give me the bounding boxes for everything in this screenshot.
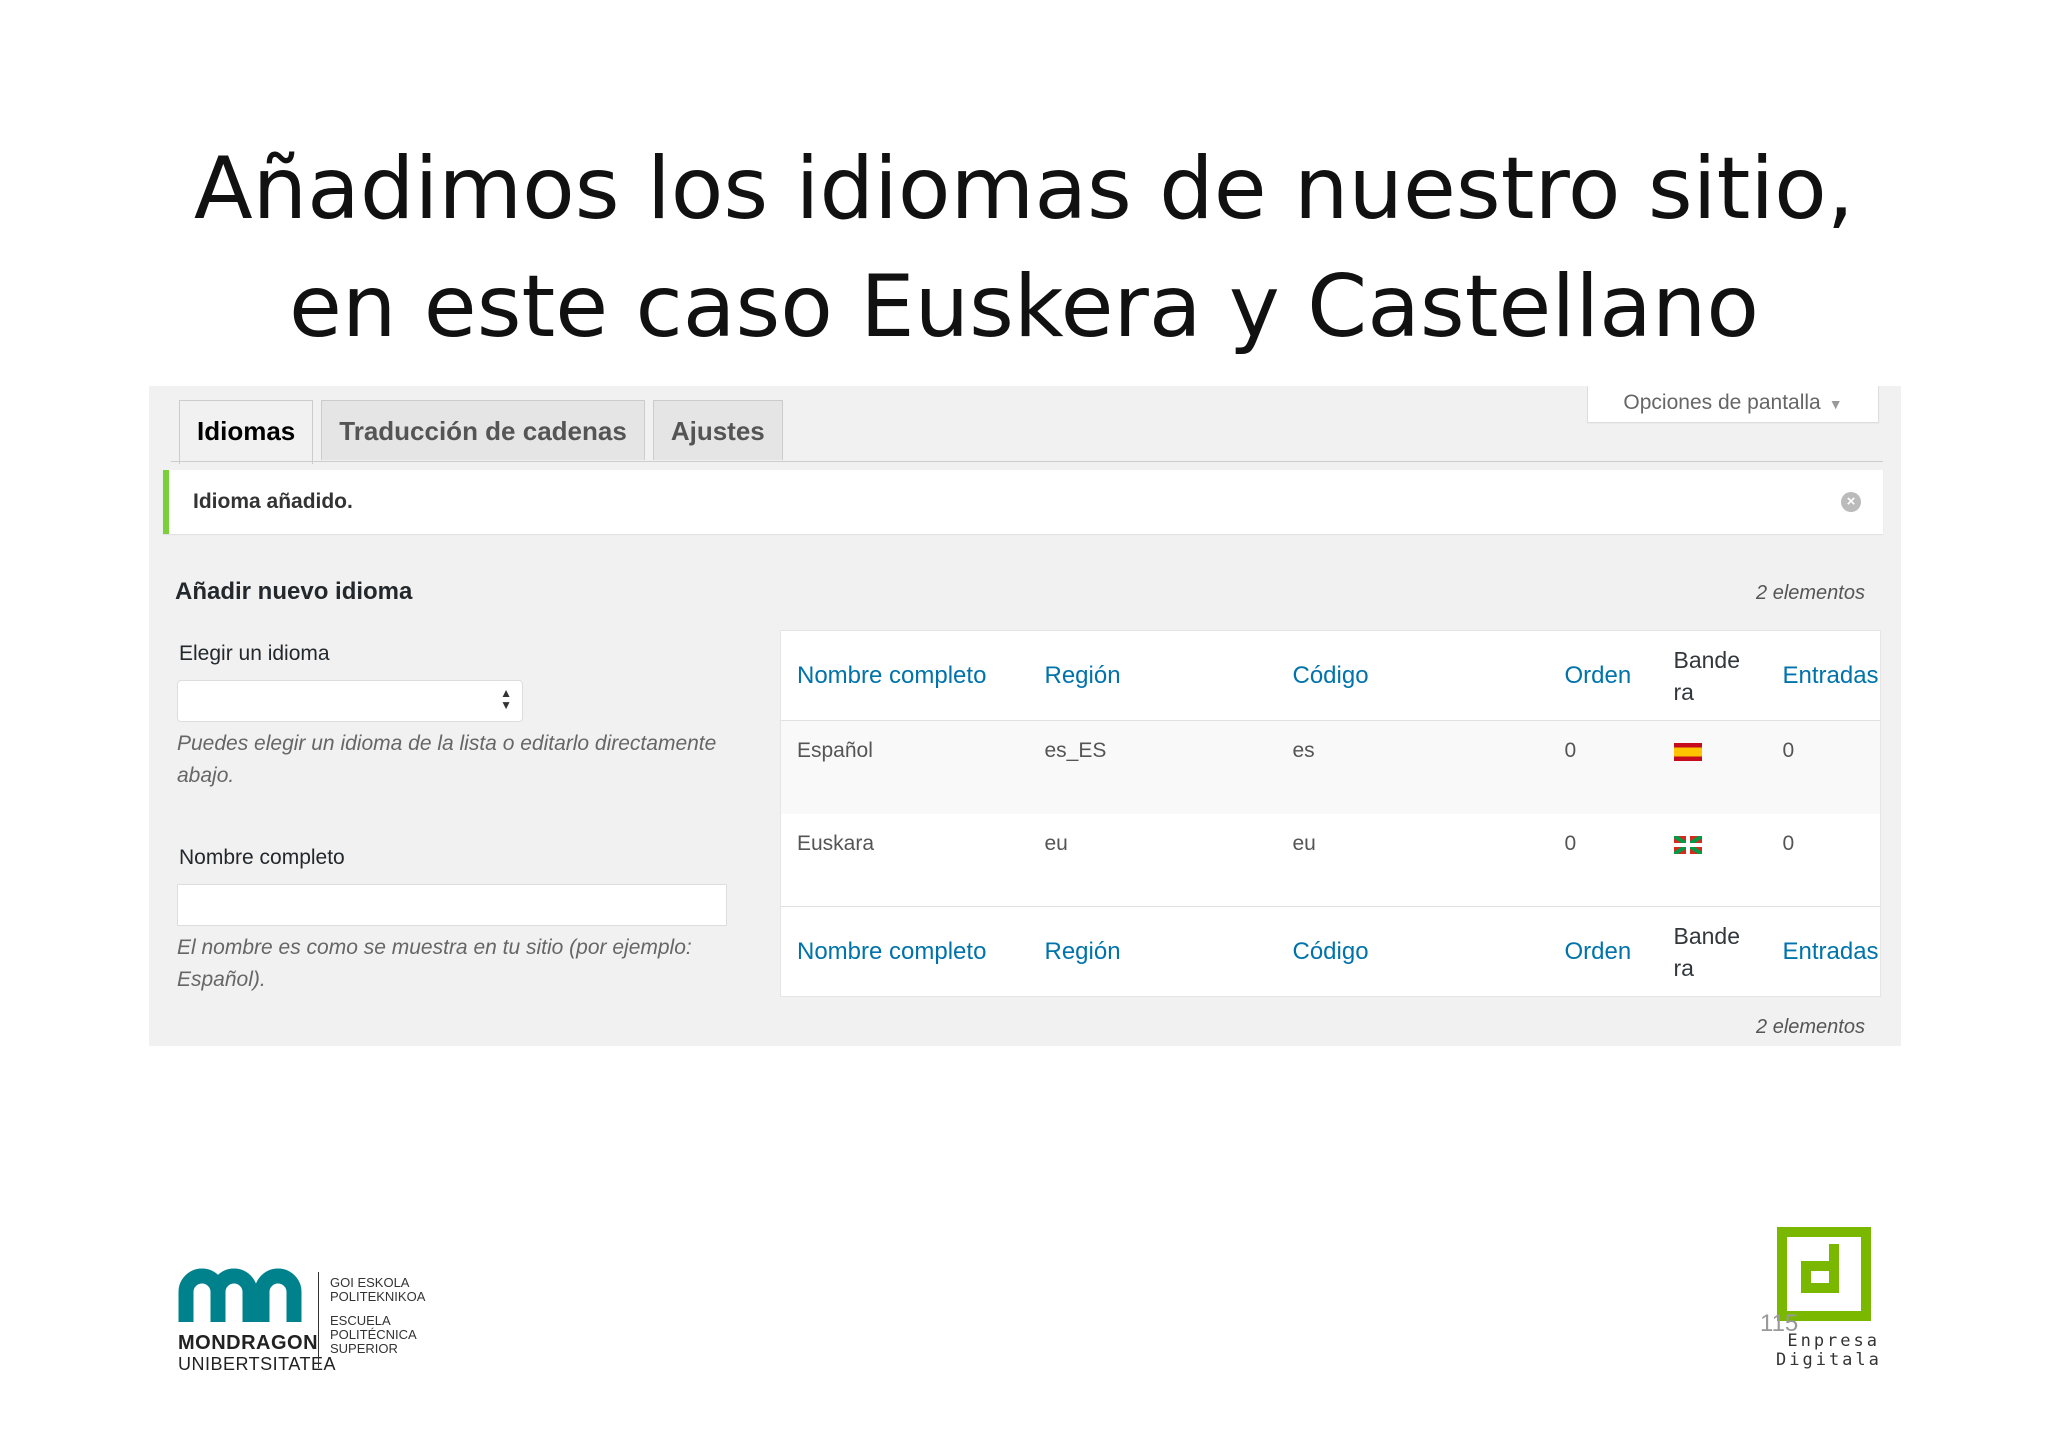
cell-flag — [1657, 720, 1767, 814]
table-header-row: Nombre completo Región Código Orden Band… — [780, 630, 1881, 721]
basque-flag-icon — [1673, 835, 1702, 854]
languages-table: Nombre completo Región Código Orden Band… — [780, 630, 1881, 997]
language-select[interactable]: ▲ ▼ — [177, 680, 523, 722]
caret-down-icon: ▼ — [1828, 396, 1843, 412]
column-code[interactable]: Código — [1276, 630, 1549, 721]
full-name-input[interactable] — [177, 884, 727, 926]
cell-name[interactable]: Español — [780, 720, 1029, 814]
column-full-name[interactable]: Nombre completo — [780, 906, 1029, 997]
brand-name-line-1: Enpresa — [1787, 1331, 1880, 1351]
university-name: MONDRAGON — [178, 1332, 319, 1354]
column-region[interactable]: Región — [1028, 906, 1277, 997]
success-notice: Idioma añadido. × — [163, 470, 1883, 534]
column-posts[interactable]: Entradas — [1766, 630, 1881, 721]
footer-divider — [318, 1272, 319, 1368]
brand-name-line-2: Digitala — [1776, 1350, 1882, 1370]
column-posts[interactable]: Entradas — [1766, 906, 1881, 997]
tab-ajustes[interactable]: Ajustes — [652, 400, 783, 460]
select-language-label: Elegir un idioma — [179, 642, 330, 665]
spain-flag-icon — [1673, 743, 1702, 761]
add-language-title: Añadir nuevo idioma — [175, 578, 413, 605]
items-count-top: 2 elementos — [1756, 582, 1865, 604]
select-arrows-icon: ▲ ▼ — [500, 686, 512, 712]
screen-options-label: Opciones de pantalla — [1623, 391, 1821, 414]
school-spanish-line-3: SUPERIOR — [330, 1341, 398, 1356]
cell-posts[interactable]: 0 — [1766, 720, 1881, 814]
wordpress-languages-screen: Opciones de pantalla ▼ Idiomas Traducción… — [149, 386, 1901, 1046]
tab-traduccion-cadenas[interactable]: Traducción de cadenas — [321, 400, 645, 460]
slide-title: Añadimos los idiomas de nuestro sitio, e… — [0, 130, 2048, 366]
cell-name[interactable]: Euskara — [781, 814, 1029, 907]
column-flag: Bande ra — [1657, 630, 1767, 721]
column-order[interactable]: Orden — [1548, 630, 1658, 721]
cell-region: es_ES — [1028, 720, 1277, 814]
screen-options-button[interactable]: Opciones de pantalla ▼ — [1587, 386, 1879, 423]
full-name-label: Nombre completo — [179, 846, 345, 869]
dismiss-icon[interactable]: × — [1841, 492, 1861, 512]
school-basque-line-1: GOI ESKOLA — [330, 1275, 410, 1290]
school-spanish-line-2: POLITÉCNICA — [330, 1327, 417, 1342]
cell-flag — [1658, 814, 1767, 907]
cell-region: eu — [1044, 831, 1068, 855]
cell-code: es — [1276, 720, 1549, 814]
table-row: Euskara eu eu 0 0 — [781, 814, 1881, 907]
table-footer-row: Nombre completo Región Código Orden Band… — [780, 906, 1881, 997]
cell-order: 0 — [1564, 831, 1577, 855]
column-full-name[interactable]: Nombre completo — [780, 630, 1029, 721]
slide-title-line-2: en este caso Euskera y Castellano — [289, 257, 1759, 357]
cell-posts[interactable]: 0 — [1767, 814, 1881, 907]
mondragon-mark-icon — [178, 1268, 302, 1322]
tab-divider — [171, 461, 1883, 462]
cell-order: 0 — [1548, 720, 1658, 814]
column-region[interactable]: Región — [1028, 630, 1277, 721]
select-help-text: Puedes elegir un idioma de la lista o ed… — [177, 732, 717, 787]
university-subname: UNIBERTSITATEA — [178, 1354, 337, 1374]
tab-idiomas[interactable]: Idiomas — [179, 400, 314, 464]
column-order[interactable]: Orden — [1548, 906, 1658, 997]
column-code[interactable]: Código — [1276, 906, 1549, 997]
column-flag: Bande ra — [1657, 906, 1767, 997]
full-name-help-text: El nombre es como se muestra en tu sitio… — [177, 936, 692, 991]
nav-tabs: Idiomas Traducción de cadenas Ajustes — [179, 400, 791, 464]
items-count-bottom: 2 elementos — [1756, 1016, 1865, 1038]
notice-text: Idioma añadido. — [193, 490, 353, 513]
school-spanish-line-1: ESCUELA — [330, 1313, 391, 1328]
cell-code: eu — [1292, 831, 1316, 855]
slide-title-line-1: Añadimos los idiomas de nuestro sitio, — [193, 139, 1855, 239]
school-basque-line-2: POLITEKNIKOA — [330, 1289, 426, 1304]
table-row: Español es_ES es 0 0 — [780, 720, 1881, 814]
